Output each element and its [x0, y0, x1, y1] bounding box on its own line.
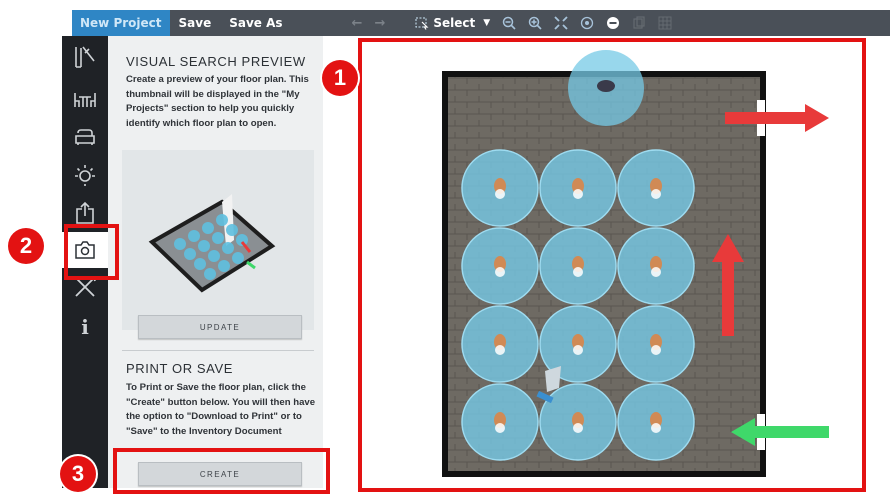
- camera-highlight-box: [64, 224, 119, 280]
- export-icon: [76, 201, 94, 224]
- print-save-description: To Print or Save the floor plan, click t…: [126, 382, 316, 437]
- canvas-highlight-box: [358, 38, 866, 492]
- visual-search-preview-heading: VISUAL SEARCH PREVIEW: [126, 54, 306, 69]
- tab-new-project[interactable]: New Project: [72, 10, 170, 36]
- table-chairs-icon: [74, 93, 96, 107]
- callout-badge-2: 2: [8, 228, 44, 264]
- print-or-save-heading: PRINT OR SAVE: [126, 361, 234, 376]
- floorplan-icon: [75, 46, 95, 68]
- grid-icon[interactable]: [658, 16, 672, 30]
- callout-badge-3: 3: [60, 456, 96, 492]
- target-icon[interactable]: [580, 16, 594, 30]
- visual-search-description: Create a preview of your floor plan. Thi…: [126, 74, 309, 129]
- zoom-out-icon[interactable]: [502, 16, 516, 30]
- minus-circle-icon[interactable]: [606, 16, 620, 30]
- zoom-in-icon[interactable]: [528, 16, 542, 30]
- callout-badge-1: 1: [322, 60, 358, 96]
- sidebar-item-furniture-table[interactable]: [62, 84, 108, 114]
- thumbnail-render: [148, 194, 276, 293]
- sofa-icon: [75, 129, 95, 145]
- update-button[interactable]: UPDATE: [138, 315, 302, 339]
- info-icon: i: [81, 315, 89, 339]
- save-as-button[interactable]: Save As: [220, 16, 291, 30]
- sidebar-item-lighting[interactable]: [62, 160, 108, 190]
- copy-icon[interactable]: [632, 16, 646, 30]
- undo-icon[interactable]: ←: [352, 16, 363, 31]
- sidebar-item-sofa[interactable]: [62, 122, 108, 152]
- options-panel: VISUAL SEARCH PREVIEW Create a preview o…: [108, 36, 323, 488]
- floor-plan-thumbnail: [122, 150, 314, 330]
- section-divider: [122, 350, 314, 351]
- light-icon: [75, 165, 95, 186]
- create-highlight-box: [113, 448, 330, 494]
- redo-icon[interactable]: →: [374, 16, 385, 31]
- top-toolbar: New Project Save Save As ← → Select ▼: [72, 10, 890, 36]
- select-label: Select: [433, 16, 476, 30]
- chevron-down-icon[interactable]: ▼: [483, 18, 490, 28]
- sidebar-item-info[interactable]: i: [62, 312, 108, 342]
- select-tool[interactable]: Select ▼: [415, 16, 490, 30]
- sidebar-item-floorplan[interactable]: [62, 42, 108, 72]
- fit-screen-icon[interactable]: [554, 16, 568, 30]
- save-button[interactable]: Save: [170, 16, 221, 30]
- select-cursor-icon: [415, 17, 429, 30]
